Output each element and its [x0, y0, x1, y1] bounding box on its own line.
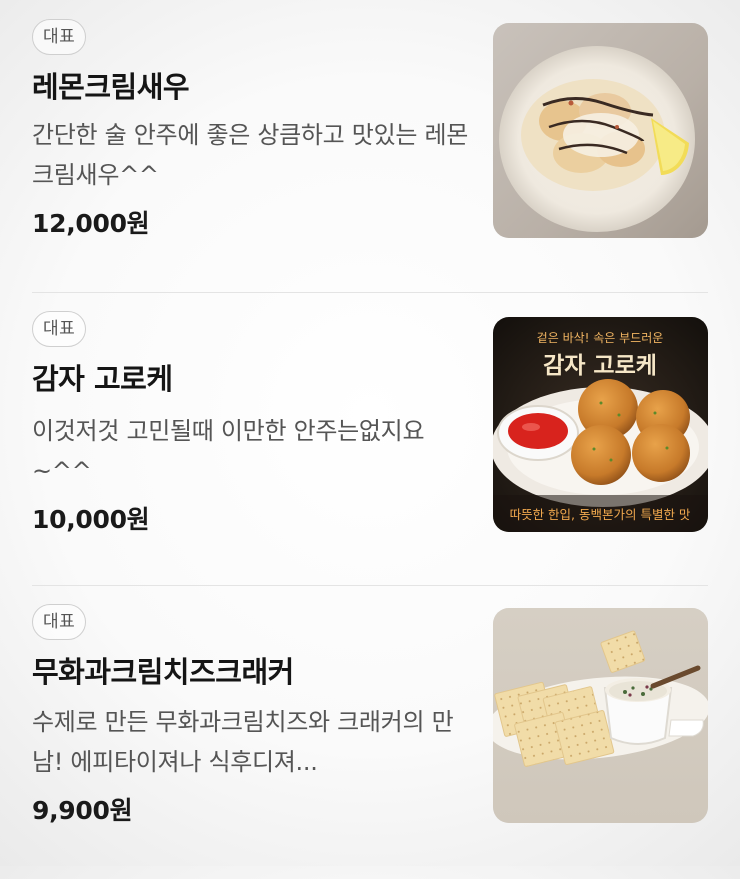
menu-photo-lemon-cream-shrimp[interactable] [493, 23, 708, 238]
menu-item[interactable]: 대표 감자 고로케 이것저것 고민될때 이만한 안주는없지요~^^ 10,000… [32, 293, 708, 586]
menu-item[interactable]: 대표 무화과크림치즈크래커 수제로 만든 무화과크림치즈와 크래커의 만남! 에… [32, 586, 708, 879]
representative-badge: 대표 [32, 604, 87, 640]
menu-price: 10,000원 [32, 505, 150, 534]
representative-badge: 대표 [32, 311, 87, 347]
menu-description: 수제로 만든 무화과크림치즈와 크래커의 만남! 에피타이져나 식후디져... [32, 708, 454, 776]
menu-price: 9,900원 [32, 796, 133, 825]
menu-photo-potato-croquette[interactable]: 겉은 바삭! 속은 부드러운 감자 고로케 따뜻한 한입, 동백본가의 특별한 … [493, 317, 708, 532]
lemon-cream-shrimp-photo [493, 23, 708, 238]
menu-description: 간단한 술 안주에 좋은 상큼하고 맛있는 레몬크림새우^^ [32, 121, 469, 189]
menu-name: 무화과크림치즈크래커 [32, 655, 294, 689]
representative-badge: 대표 [32, 19, 87, 55]
fig-cream-cheese-cracker-photo [493, 608, 708, 823]
menu-name: 레몬크림새우 [32, 70, 190, 104]
menu-item[interactable]: 대표 레몬크림새우 간단한 술 안주에 좋은 상큼하고 맛있는 레몬크림새우^^… [32, 0, 708, 293]
image-caption-bottom: 따뜻한 한입, 동백본가의 특별한 맛 [510, 507, 691, 522]
menu-description: 이것저것 고민될때 이만한 안주는없지요~^^ [32, 417, 425, 485]
menu-name: 감자 고로케 [32, 362, 173, 396]
image-caption-title: 감자 고로케 [543, 353, 657, 379]
menu-list: 대표 레몬크림새우 간단한 술 안주에 좋은 상큼하고 맛있는 레몬크림새우^^… [32, 0, 708, 879]
potato-croquette-photo: 겉은 바삭! 속은 부드러운 감자 고로케 따뜻한 한입, 동백본가의 특별한 … [493, 317, 708, 532]
menu-photo-fig-cream-cheese-cracker[interactable] [493, 608, 708, 823]
image-caption-top: 겉은 바삭! 속은 부드러운 [537, 331, 664, 345]
menu-price: 12,000원 [32, 209, 150, 238]
